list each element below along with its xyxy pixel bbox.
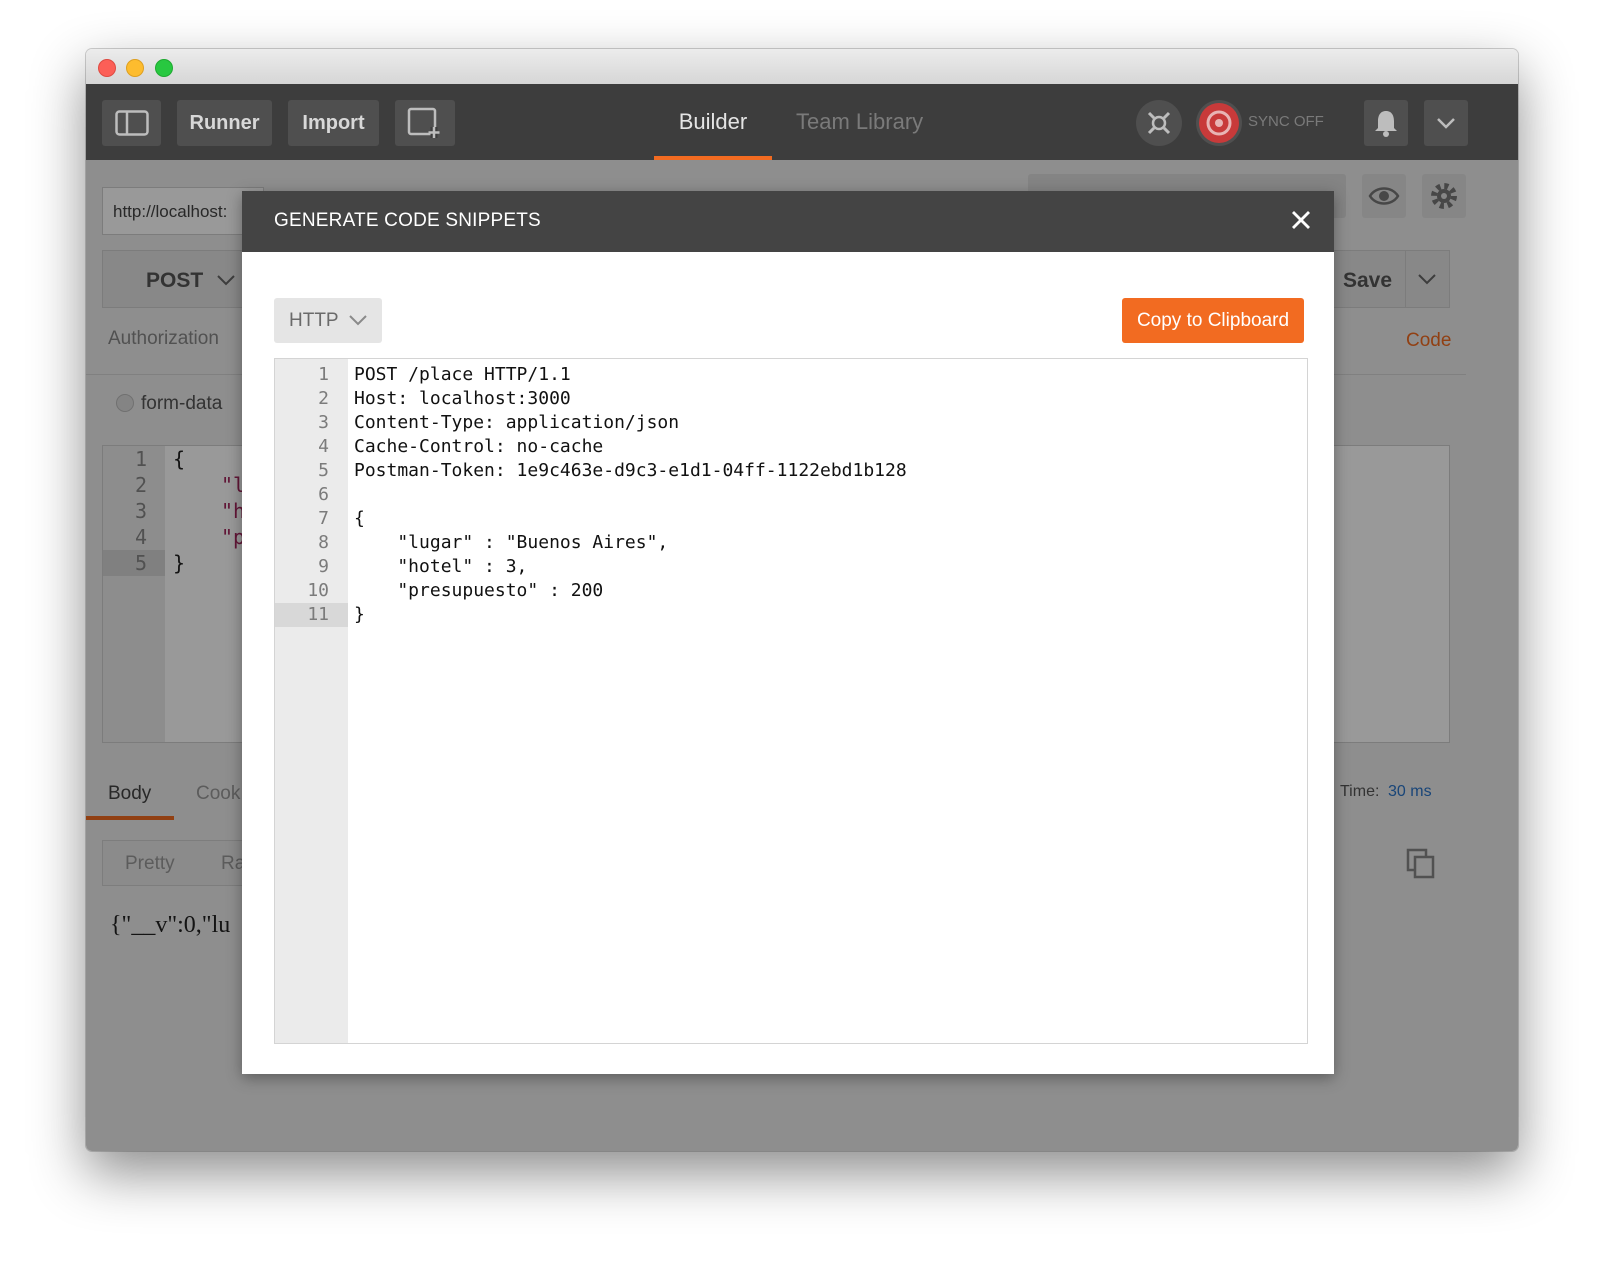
code-text: Cache-Control: no-cache (354, 436, 604, 457)
new-window-icon (407, 107, 440, 138)
line-number: 9 (318, 556, 329, 577)
new-window-button[interactable] (395, 100, 455, 146)
sidebar-toggle-icon (114, 110, 149, 136)
runner-button[interactable]: Runner (177, 100, 272, 146)
code-text: "lugar" : "Buenos Aires", (354, 532, 669, 553)
code-line: 10 "presupuesto" : 200 (275, 579, 1307, 603)
code-line: 1 POST /place HTTP/1.1 (275, 363, 1307, 387)
code-line: 2 Host: localhost:3000 (275, 387, 1307, 411)
notifications-button[interactable] (1364, 100, 1408, 146)
code-text: Postman-Token: 1e9c463e-d9c3-e1d1-04ff-1… (354, 460, 907, 481)
line-number: 1 (318, 364, 329, 385)
account-menu-button[interactable] (1424, 100, 1468, 146)
title-bar (86, 49, 1518, 85)
code-line: 8 "lugar" : "Buenos Aires", (275, 531, 1307, 555)
chevron-down-icon (349, 315, 367, 326)
top-toolbar: Runner Import Builder Team Library SYNC … (86, 84, 1518, 160)
line-number: 7 (318, 508, 329, 529)
tab-team-library[interactable]: Team Library (796, 108, 923, 136)
copy-to-clipboard-button[interactable]: Copy to Clipboard (1122, 298, 1304, 343)
import-label: Import (302, 111, 365, 134)
code-line: 5 Postman-Token: 1e9c463e-d9c3-e1d1-04ff-… (275, 459, 1307, 483)
runner-label: Runner (189, 111, 260, 134)
language-select[interactable]: HTTP (274, 298, 382, 343)
tab-builder[interactable]: Builder (654, 108, 772, 160)
sync-button[interactable] (1196, 100, 1242, 146)
line-number: 11 (307, 604, 329, 625)
sync-status-label: SYNC OFF (1248, 113, 1324, 130)
close-window-button[interactable] (98, 59, 116, 77)
maximize-window-button[interactable] (155, 59, 173, 77)
interceptor-button[interactable] (1136, 100, 1182, 146)
generate-code-modal: GENERATE CODE SNIPPETS HTTP Copy to Clip… (242, 191, 1334, 1074)
import-button[interactable]: Import (288, 100, 379, 146)
line-number: 8 (318, 532, 329, 553)
line-number: 2 (318, 388, 329, 409)
code-line: 9 "hotel" : 3, (275, 555, 1307, 579)
code-line: 4 Cache-Control: no-cache (275, 435, 1307, 459)
line-number: 5 (318, 460, 329, 481)
bell-icon (1375, 111, 1397, 137)
chevron-down-icon (1437, 118, 1455, 129)
code-line: 11} (275, 603, 1307, 627)
code-line: 6 (275, 483, 1307, 507)
close-modal-button[interactable] (1286, 205, 1316, 235)
modal-header: GENERATE CODE SNIPPETS (242, 191, 1334, 252)
modal-title: GENERATE CODE SNIPPETS (274, 210, 541, 231)
sidebar-toggle-button[interactable] (102, 100, 161, 146)
close-icon (1292, 211, 1310, 229)
language-label: HTTP (289, 309, 339, 331)
code-text: } (354, 604, 365, 625)
code-text: Host: localhost:3000 (354, 388, 571, 409)
code-text: POST /place HTTP/1.1 (354, 364, 571, 385)
code-text: "hotel" : 3, (354, 556, 528, 577)
code-line: 7{ (275, 507, 1307, 531)
minimize-window-button[interactable] (126, 59, 144, 77)
line-number: 6 (318, 484, 329, 505)
interceptor-icon (1147, 111, 1171, 135)
line-number: 10 (307, 580, 329, 601)
code-text: "presupuesto" : 200 (354, 580, 604, 601)
code-line: 3 Content-Type: application/json (275, 411, 1307, 435)
sync-icon (1199, 103, 1239, 143)
code-snippet-viewer[interactable]: 1 POST /place HTTP/1.1 2 Host: localhost:30… (274, 358, 1308, 1044)
code-text: { (354, 508, 365, 529)
code-text: Content-Type: application/json (354, 412, 680, 433)
line-number: 4 (318, 436, 329, 457)
line-number: 3 (318, 412, 329, 433)
